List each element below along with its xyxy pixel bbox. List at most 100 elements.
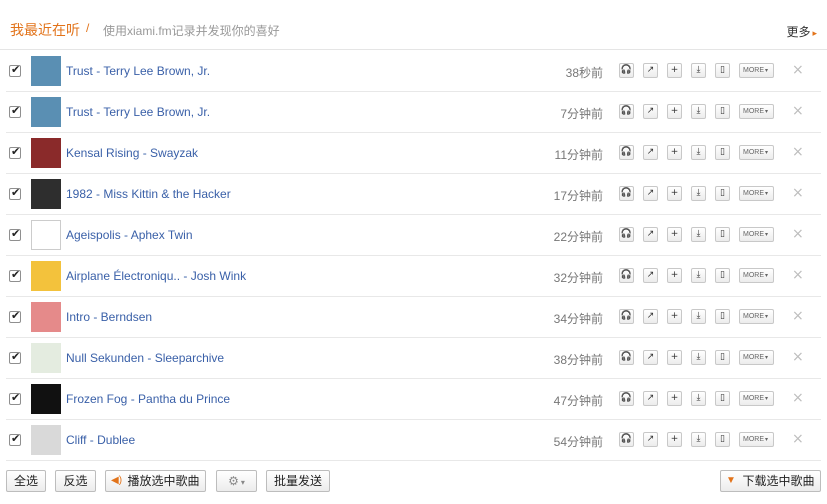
add-to-playlist-icon[interactable]: +	[667, 227, 682, 242]
add-to-playlist-icon[interactable]: +	[667, 391, 682, 406]
download-icon[interactable]: ⤓	[691, 432, 706, 447]
album-cover[interactable]	[31, 179, 61, 209]
add-to-playlist-icon[interactable]: +	[667, 432, 682, 447]
delete-icon[interactable]: ×	[792, 103, 804, 119]
share-icon[interactable]: ↗	[643, 309, 658, 324]
song-checkbox[interactable]	[9, 186, 21, 200]
share-icon[interactable]: ↗	[643, 145, 658, 160]
delete-icon[interactable]: ×	[792, 62, 804, 78]
song-checkbox[interactable]	[9, 309, 21, 323]
album-cover[interactable]	[31, 138, 61, 168]
song-title-link[interactable]: Cliff - Dublee	[66, 433, 135, 447]
send-to-device-icon[interactable]: ▯	[715, 391, 730, 406]
song-title-link[interactable]: 1982 - Miss Kittin & the Hacker	[66, 187, 231, 201]
song-checkbox[interactable]	[9, 350, 21, 364]
more-dropdown-button[interactable]: MORE▾	[739, 63, 774, 78]
headphones-icon[interactable]: 🎧	[619, 104, 634, 119]
send-to-device-icon[interactable]: ▯	[715, 432, 730, 447]
song-title-link[interactable]: Null Sekunden - Sleeparchive	[66, 351, 224, 365]
headphones-icon[interactable]: 🎧	[619, 186, 634, 201]
add-to-playlist-icon[interactable]: +	[667, 268, 682, 283]
delete-icon[interactable]: ×	[792, 226, 804, 242]
headphones-icon[interactable]: 🎧	[619, 432, 634, 447]
album-cover[interactable]	[31, 56, 61, 86]
send-to-device-icon[interactable]: ▯	[715, 309, 730, 324]
invert-selection-button[interactable]: 反选	[55, 470, 96, 492]
song-title-link[interactable]: Trust - Terry Lee Brown, Jr.	[66, 64, 210, 78]
download-icon[interactable]: ⤓	[691, 227, 706, 242]
song-title-link[interactable]: Intro - Berndsen	[66, 310, 152, 324]
headphones-icon[interactable]: 🎧	[619, 268, 634, 283]
settings-dropdown-button[interactable]: ⚙ ▾	[216, 470, 257, 492]
send-to-device-icon[interactable]: ▯	[715, 63, 730, 78]
play-selected-button[interactable]: ◀) 播放选中歌曲	[105, 470, 206, 492]
batch-send-button[interactable]: 批量发送	[266, 470, 330, 492]
album-cover[interactable]	[31, 425, 61, 455]
song-checkbox[interactable]	[9, 227, 21, 241]
song-checkbox[interactable]	[9, 432, 21, 446]
download-icon[interactable]: ⤓	[691, 104, 706, 119]
album-cover[interactable]	[31, 302, 61, 332]
song-checkbox[interactable]	[9, 145, 21, 159]
share-icon[interactable]: ↗	[643, 350, 658, 365]
add-to-playlist-icon[interactable]: +	[667, 104, 682, 119]
song-title-link[interactable]: Ageispolis - Aphex Twin	[66, 228, 193, 242]
song-title-link[interactable]: Kensal Rising - Swayzak	[66, 146, 198, 160]
delete-icon[interactable]: ×	[792, 308, 804, 324]
headphones-icon[interactable]: 🎧	[619, 350, 634, 365]
add-to-playlist-icon[interactable]: +	[667, 63, 682, 78]
section-title[interactable]: 我最近在听	[10, 20, 80, 40]
share-icon[interactable]: ↗	[643, 268, 658, 283]
share-icon[interactable]: ↗	[643, 186, 658, 201]
delete-icon[interactable]: ×	[792, 267, 804, 283]
headphones-icon[interactable]: 🎧	[619, 63, 634, 78]
download-icon[interactable]: ⤓	[691, 268, 706, 283]
headphones-icon[interactable]: 🎧	[619, 227, 634, 242]
more-dropdown-button[interactable]: MORE▾	[739, 432, 774, 447]
headphones-icon[interactable]: 🎧	[619, 309, 634, 324]
more-dropdown-button[interactable]: MORE▾	[739, 227, 774, 242]
more-dropdown-button[interactable]: MORE▾	[739, 350, 774, 365]
song-checkbox[interactable]	[9, 268, 21, 282]
album-cover[interactable]	[31, 384, 61, 414]
headphones-icon[interactable]: 🎧	[619, 391, 634, 406]
download-icon[interactable]: ⤓	[691, 186, 706, 201]
delete-icon[interactable]: ×	[792, 431, 804, 447]
album-cover[interactable]	[31, 220, 61, 250]
delete-icon[interactable]: ×	[792, 185, 804, 201]
headphones-icon[interactable]: 🎧	[619, 145, 634, 160]
share-icon[interactable]: ↗	[643, 391, 658, 406]
more-label[interactable]: 更多	[786, 25, 810, 39]
album-cover[interactable]	[31, 343, 61, 373]
download-icon[interactable]: ⤓	[691, 63, 706, 78]
send-to-device-icon[interactable]: ▯	[715, 350, 730, 365]
more-dropdown-button[interactable]: MORE▾	[739, 145, 774, 160]
download-icon[interactable]: ⤓	[691, 145, 706, 160]
song-checkbox[interactable]	[9, 63, 21, 77]
add-to-playlist-icon[interactable]: +	[667, 350, 682, 365]
send-to-device-icon[interactable]: ▯	[715, 186, 730, 201]
send-to-device-icon[interactable]: ▯	[715, 227, 730, 242]
share-icon[interactable]: ↗	[643, 432, 658, 447]
album-cover[interactable]	[31, 261, 61, 291]
delete-icon[interactable]: ×	[792, 144, 804, 160]
more-dropdown-button[interactable]: MORE▾	[739, 186, 774, 201]
send-to-device-icon[interactable]: ▯	[715, 104, 730, 119]
add-to-playlist-icon[interactable]: +	[667, 145, 682, 160]
download-icon[interactable]: ⤓	[691, 309, 706, 324]
select-all-button[interactable]: 全选	[6, 470, 46, 492]
song-checkbox[interactable]	[9, 104, 21, 118]
add-to-playlist-icon[interactable]: +	[667, 186, 682, 201]
song-checkbox[interactable]	[9, 391, 21, 405]
album-cover[interactable]	[31, 97, 61, 127]
share-icon[interactable]: ↗	[643, 63, 658, 78]
share-icon[interactable]: ↗	[643, 227, 658, 242]
more-dropdown-button[interactable]: MORE▾	[739, 268, 774, 283]
song-title-link[interactable]: Frozen Fog - Pantha du Prince	[66, 392, 230, 406]
download-icon[interactable]: ⤓	[691, 391, 706, 406]
download-selected-button[interactable]: ▼ 下载选中歌曲	[720, 470, 821, 492]
send-to-device-icon[interactable]: ▯	[715, 145, 730, 160]
send-to-device-icon[interactable]: ▯	[715, 268, 730, 283]
share-icon[interactable]: ↗	[643, 104, 658, 119]
delete-icon[interactable]: ×	[792, 349, 804, 365]
